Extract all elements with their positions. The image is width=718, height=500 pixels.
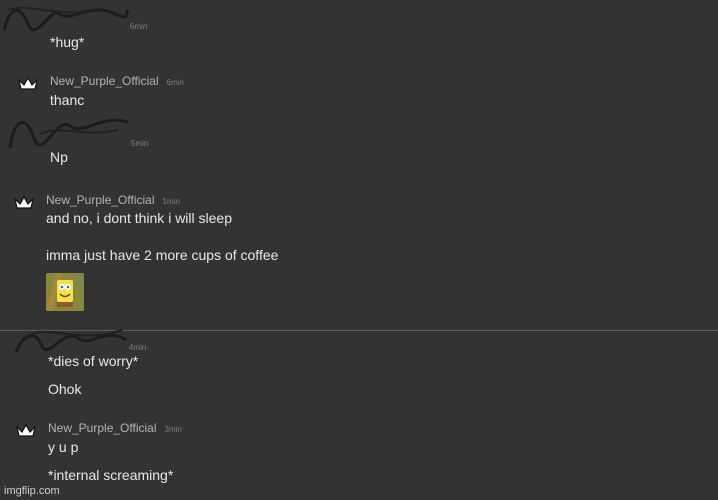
imgflip-watermark: imgflip.com xyxy=(4,485,60,497)
username[interactable]: New_Purple_Official xyxy=(46,193,155,207)
message-text: *dies of worry* xyxy=(48,353,139,369)
crown-icon xyxy=(18,76,38,90)
message-text: *internal screaming* xyxy=(48,467,174,483)
message-text: thanc xyxy=(50,92,85,108)
scribbled-avatar xyxy=(8,118,129,149)
crown-icon xyxy=(16,423,36,437)
message-time: 6min xyxy=(166,78,184,87)
crown-icon xyxy=(14,195,34,209)
message-time: 6min xyxy=(130,22,148,31)
message-text: *hug* xyxy=(50,34,85,50)
message-text: and no, i dont think i will sleep xyxy=(46,210,232,226)
message-text: imma just have 2 more cups of coffee xyxy=(46,247,279,263)
message-time: 3min xyxy=(164,425,182,434)
message-time: 5min xyxy=(131,139,149,148)
message-time: 4min xyxy=(129,343,147,352)
message-text: y u p xyxy=(48,439,79,455)
spongebob-sticker[interactable] xyxy=(46,273,84,311)
username[interactable]: New_Purple_Official xyxy=(48,421,157,435)
username[interactable]: New_Purple_Official xyxy=(50,74,159,88)
message-text: Ohok xyxy=(48,381,82,397)
message-text: Np xyxy=(50,149,68,165)
scribbled-avatar xyxy=(2,6,130,32)
scribbled-avatar xyxy=(14,329,127,353)
message-time: 1min xyxy=(162,197,180,206)
